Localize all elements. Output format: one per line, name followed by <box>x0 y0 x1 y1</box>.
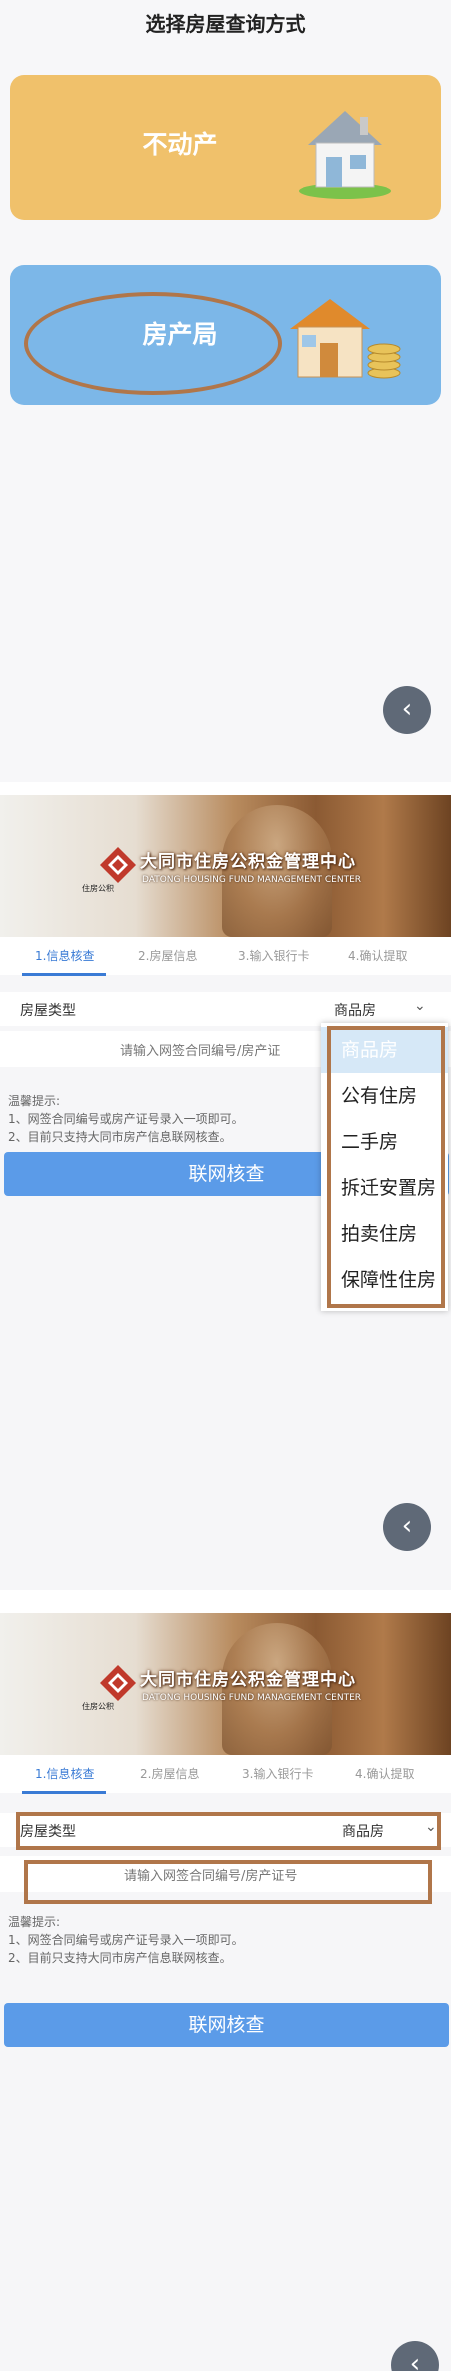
real-estate-card[interactable]: 不动产 <box>10 75 441 220</box>
step-house-info[interactable]: 2.房屋信息 <box>140 1765 199 1782</box>
house-icon <box>299 111 391 199</box>
tips-title: 温馨提示: <box>8 1094 61 1108</box>
org-name-en: DATONG HOUSING FUND MANAGEMENT CENTER <box>142 1693 362 1703</box>
step-tabs: 1.信息核查 2.房屋信息 3.输入银行卡 4.确认提取 <box>0 1755 451 1794</box>
logo-text: 住房公积 <box>82 884 114 893</box>
page-title: 选择房屋查询方式 <box>145 12 306 36</box>
tips-title: 温馨提示: <box>8 1915 61 1929</box>
logo-text: 住房公积 <box>82 1702 114 1711</box>
chevron-left-icon: ‹ <box>401 1511 413 1541</box>
back-button[interactable]: ‹ <box>391 2341 439 2371</box>
annotation-box-house-type <box>16 1812 441 1850</box>
verify-button[interactable]: 联网核查 <box>4 2003 449 2047</box>
header-banner: 住房公积 大同市住房公积金管理中心 DATONG HOUSING FUND MA… <box>0 1613 451 1755</box>
step-confirm[interactable]: 4.确认提取 <box>348 947 407 964</box>
house-type-label: 房屋类型 <box>20 1003 76 1019</box>
tip-2: 2、目前只支持大同市房产信息联网核查。 <box>8 1951 232 1965</box>
annotation-circle <box>24 292 282 395</box>
page-margin <box>451 0 467 2371</box>
active-step-underline <box>22 973 106 976</box>
header-banner: 住房公积 大同市住房公积金管理中心 DATONG HOUSING FUND MA… <box>0 795 451 937</box>
active-step-underline <box>22 1791 106 1794</box>
tip-2: 2、目前只支持大同市房产信息联网核查。 <box>8 1130 232 1144</box>
tip-1: 1、网签合同编号或房产证号录入一项即可。 <box>8 1933 244 1947</box>
chevron-left-icon: ‹ <box>409 2349 421 2371</box>
screen-info-check: 住房公积 大同市住房公积金管理中心 DATONG HOUSING FUND MA… <box>0 1613 451 2371</box>
real-estate-label: 不动产 <box>142 130 218 159</box>
contract-number-placeholder: 请输入网签合同编号/房产证 <box>120 1044 281 1059</box>
org-name-cn: 大同市住房公积金管理中心 <box>140 852 356 872</box>
coin-house-icon <box>290 299 401 379</box>
step-info-check[interactable]: 1.信息核查 <box>35 947 94 964</box>
house-type-row[interactable]: 房屋类型 商品房 ⌄ <box>0 992 451 1026</box>
house-type-value: 商品房 <box>334 1003 376 1019</box>
screen-query-method: 选择房屋查询方式 不动产 房产局 ‹ <box>0 0 451 782</box>
step-bank-card[interactable]: 3.输入银行卡 <box>242 1765 313 1782</box>
org-name-cn: 大同市住房公积金管理中心 <box>140 1670 356 1690</box>
step-bank-card[interactable]: 3.输入银行卡 <box>238 947 309 964</box>
step-house-info[interactable]: 2.房屋信息 <box>138 947 197 964</box>
tips-block: 温馨提示: 1、网签合同编号或房产证号录入一项即可。 2、目前只支持大同市房产信… <box>8 1913 244 1967</box>
step-info-check[interactable]: 1.信息核查 <box>35 1765 94 1782</box>
tips-block: 温馨提示: 1、网签合同编号或房产证号录入一项即可。 2、目前只支持大同市房产信… <box>8 1092 244 1146</box>
annotation-box-dropdown <box>327 1026 445 1308</box>
annotation-box-contract <box>24 1860 432 1904</box>
chevron-left-icon: ‹ <box>401 694 413 724</box>
back-button[interactable]: ‹ <box>383 1503 431 1551</box>
step-tabs: 1.信息核查 2.房屋信息 3.输入银行卡 4.确认提取 <box>0 937 451 976</box>
chevron-down-icon: ⌄ <box>414 998 426 1014</box>
back-button[interactable]: ‹ <box>383 686 431 734</box>
org-name-en: DATONG HOUSING FUND MANAGEMENT CENTER <box>142 875 362 885</box>
tip-1: 1、网签合同编号或房产证号录入一项即可。 <box>8 1112 244 1126</box>
step-confirm[interactable]: 4.确认提取 <box>355 1765 414 1782</box>
